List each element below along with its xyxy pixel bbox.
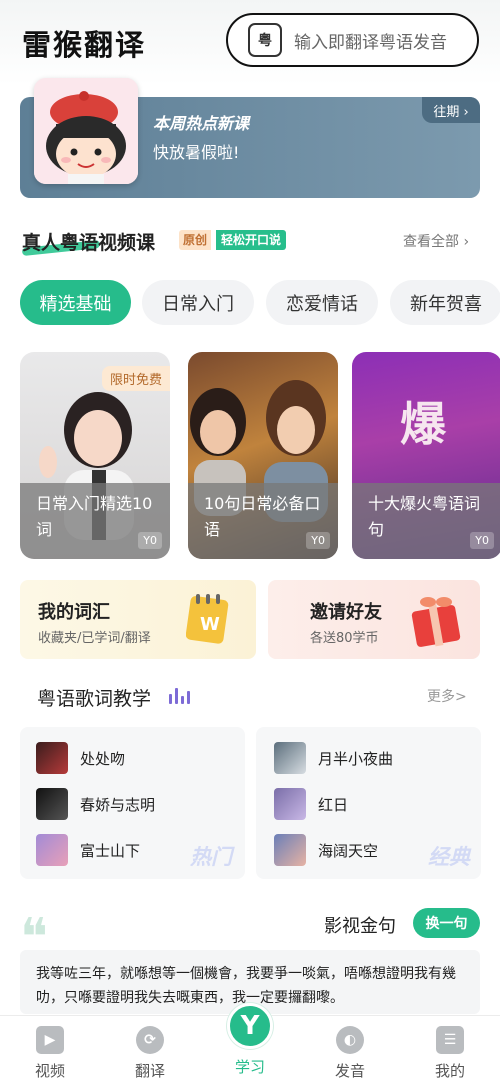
my-vocabulary-card[interactable]: 我的词汇 收藏夹/已学词/翻译 W [20,580,256,659]
song-thumbnail [36,788,68,820]
song-thumbnail [36,834,68,866]
video-card-price: Y0 [138,532,162,549]
song-title: 春娇与志明 [80,795,156,814]
notebook-icon: W [186,594,229,644]
svg-text:W: W [200,614,220,635]
song-thumbnail [36,742,68,774]
song-item[interactable]: 海阔天空 [274,834,378,866]
video-card[interactable]: 10句日常必备口语 Y0 [188,352,338,559]
easy-speak-tag: 轻松开口说 [216,230,287,250]
next-quote-button[interactable]: 换一句 [413,908,480,938]
profile-icon: ☰ [436,1026,464,1054]
song-item[interactable]: 月半小夜曲 [274,742,393,774]
song-title: 富士山下 [80,841,141,860]
song-item[interactable]: 红日 [274,788,348,820]
study-icon[interactable]: Y [227,1003,273,1049]
card-art-text: 爆 [400,397,446,451]
song-thumbnail [274,834,306,866]
promo-subtitle: 各送80学币 [310,631,379,646]
music-bars-icon [169,688,190,704]
tab-basics[interactable]: 精选基础 [20,280,131,325]
hot-watermark: 热门 [190,845,232,869]
song-item[interactable]: 处处吻 [36,742,125,774]
nav-study-label[interactable]: 学习 [230,1056,270,1077]
pronunciation-icon: ◐ [336,1026,364,1054]
nav-translate[interactable]: ⟳ 翻译 [110,1026,190,1081]
promo-title: 邀请好友 [310,602,382,623]
nav-label: 视频 [34,1062,65,1080]
song-thumbnail [274,742,306,774]
search-bar[interactable]: 粤 输入即翻译粤语发音 [226,13,479,67]
scan-translate-icon[interactable]: 粤 [248,23,282,57]
nav-label: 翻译 [134,1062,165,1080]
quote-section-title: 影视金句 [324,916,396,937]
classic-watermark: 经典 [428,845,470,869]
invite-friends-card[interactable]: 邀请好友 各送80学币 [268,580,480,659]
video-card-price: Y0 [306,532,330,549]
song-title: 处处吻 [80,749,126,768]
search-placeholder: 输入即翻译粤语发音 [294,32,447,53]
promo-subtitle: 收藏夹/已学词/翻译 [38,631,151,646]
limited-free-badge: 限时免费 [101,366,170,391]
video-card[interactable]: 爆 十大爆火粤语词句 Y0 [352,352,500,559]
video-card-price: Y0 [470,532,494,549]
past-issues-button[interactable]: 往期 › [422,97,480,123]
classic-songs-panel: 月半小夜曲 红日 海阔天空 经典 [256,727,481,879]
lyrics-section-title: 粤语歌词教学 [37,688,152,710]
more-lyrics-link[interactable]: 更多> [427,686,467,706]
original-tag: 原创 [179,230,212,250]
video-icon: ▶ [36,1026,64,1054]
app-header: 雷猴翻译 粤 输入即翻译粤语发音 [0,0,500,85]
tab-romance[interactable]: 恋爱情话 [266,280,378,325]
nav-label: 我的 [434,1062,465,1080]
nav-profile[interactable]: ☰ 我的 [410,1026,490,1081]
tab-daily[interactable]: 日常入门 [142,280,254,325]
video-course-title: 真人粤语视频课 [22,232,156,254]
translate-icon: ⟳ [136,1026,164,1054]
cartoon-girl-illustration [34,78,138,184]
song-title: 月半小夜曲 [318,749,394,768]
nav-pronunciation[interactable]: ◐ 发音 [310,1026,390,1081]
tab-new-year[interactable]: 新年贺喜 [390,280,500,325]
nav-video[interactable]: ▶ 视频 [10,1026,90,1081]
song-thumbnail [274,788,306,820]
gift-box-icon [411,597,461,647]
video-card[interactable]: 限时免费 日常入门精选10词 Y0 [20,352,170,559]
song-item[interactable]: 富士山下 [36,834,140,866]
song-item[interactable]: 春娇与志明 [36,788,155,820]
banner-subtitle: 快放暑假啦! [153,143,240,162]
song-title: 红日 [318,795,349,814]
hot-songs-panel: 处处吻 春娇与志明 富士山下 热门 [20,727,245,879]
see-all-link[interactable]: 查看全部 › [403,231,469,251]
nav-label: 发音 [334,1062,365,1080]
banner-avatar [34,78,138,184]
banner-title: 本周热点新课 [153,114,250,133]
promo-title: 我的词汇 [38,602,110,623]
song-title: 海阔天空 [318,841,379,860]
app-logo: 雷猴翻译 [22,28,147,62]
